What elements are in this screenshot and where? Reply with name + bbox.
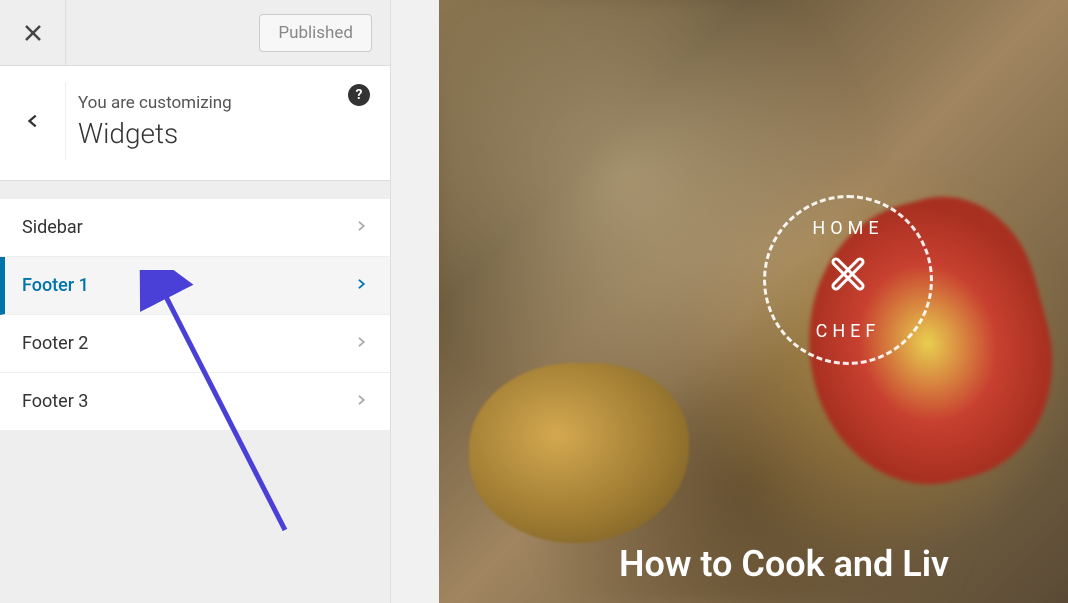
top-bar: Published [0,0,390,66]
widget-item-footer-2[interactable]: Footer 2 [0,315,390,373]
chevron-right-icon [354,391,368,412]
customizer-sidebar: Published You are customizing Widgets ? … [0,0,391,603]
widget-item-label: Footer 1 [22,275,89,296]
widget-item-label: Footer 3 [22,391,88,412]
chevron-left-icon [24,112,42,130]
site-logo: HOME CHEF [748,180,948,380]
widget-item-label: Sidebar [22,217,83,238]
publish-button[interactable]: Published [259,14,372,52]
site-preview: HOME CHEF How to Cook and Liv [439,0,1068,603]
section-labels: You are customizing Widgets [78,93,370,150]
chevron-right-icon [354,275,368,296]
hero-title: How to Cook and Liv [619,543,949,585]
logo-text-bottom: CHEF [816,321,881,342]
chevron-right-icon [354,217,368,238]
widget-item-sidebar[interactable]: Sidebar [0,199,390,257]
section-header: You are customizing Widgets ? [0,66,390,181]
close-icon [23,23,43,43]
help-icon: ? [356,87,363,103]
logo-text-top: HOME [812,218,883,239]
logo-circle: HOME CHEF [763,195,933,365]
widget-item-footer-1[interactable]: Footer 1 [0,257,390,315]
help-button[interactable]: ? [348,84,370,106]
widget-list: Sidebar Footer 1 Footer 2 Footer 3 [0,199,390,431]
section-title: Widgets [78,117,370,150]
close-button[interactable] [0,0,66,66]
logo-utensils-icon [818,244,878,317]
widget-item-footer-3[interactable]: Footer 3 [0,373,390,431]
back-button[interactable] [0,82,66,160]
spacer [0,181,390,199]
widget-item-label: Footer 2 [22,333,88,354]
chevron-right-icon [354,333,368,354]
customizing-label: You are customizing [78,93,370,113]
